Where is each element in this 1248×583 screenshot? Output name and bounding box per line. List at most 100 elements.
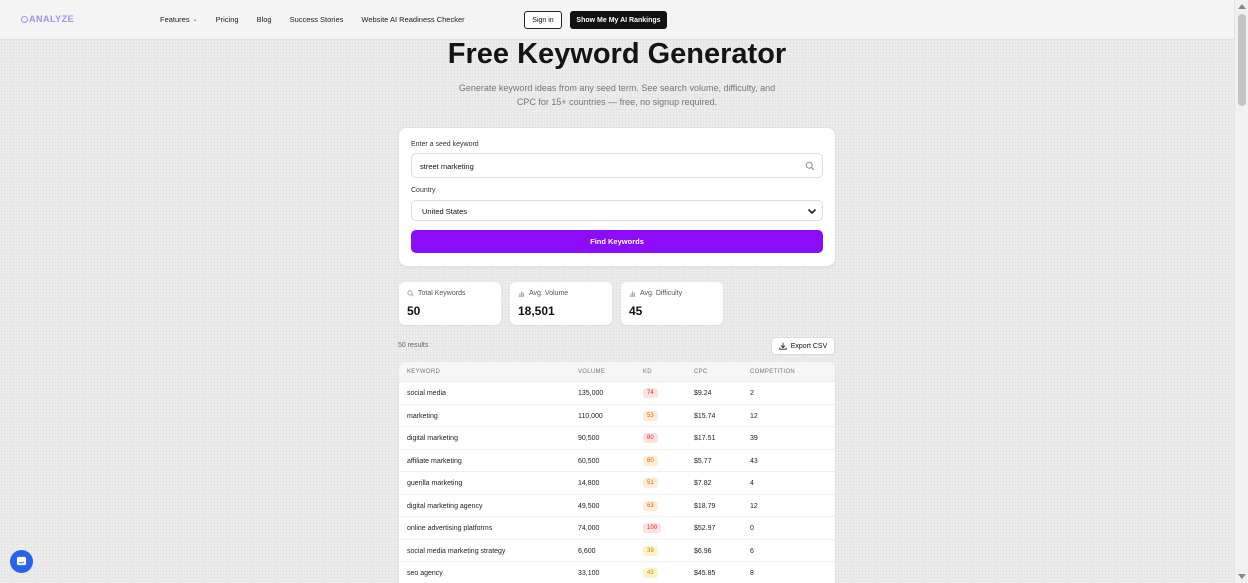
stat-label-row: Avg. Volume — [518, 290, 568, 297]
kd-badge: 53 — [643, 410, 658, 421]
kd-badge: 51 — [643, 478, 658, 488]
results-count: 50 results — [398, 342, 429, 349]
cell-keyword: affiliate marketing — [407, 457, 462, 465]
cell-competition: 0 — [750, 525, 754, 532]
cell-keyword: social media marketing strategy — [407, 547, 506, 555]
stat-label: Avg. Volume — [529, 290, 569, 297]
find-keywords-button[interactable]: Find Keywords — [411, 230, 823, 253]
cell-volume: 60,500 — [578, 457, 600, 465]
kd-badge: 43 — [643, 568, 658, 578]
table-row[interactable]: affiliate marketing 60,500 60 $5.77 43 — [399, 450, 835, 472]
cell-volume: 135,000 — [578, 390, 604, 397]
sign-in-button[interactable]: Sign in — [524, 11, 562, 29]
country-value: United States — [422, 207, 468, 216]
cell-competition: 6 — [750, 547, 754, 555]
cell-competition: 12 — [750, 412, 758, 420]
th-competition[interactable]: COMPETITION — [750, 369, 795, 375]
cell-competition: 2 — [750, 390, 754, 397]
cell-keyword: digital marketing — [407, 435, 458, 442]
cell-volume: 74,000 — [578, 525, 600, 532]
scrollbar[interactable] — [1234, 0, 1248, 583]
cell-competition: 4 — [750, 480, 754, 487]
stat-total-keywords: Total Keywords 50 — [399, 282, 501, 325]
cell-volume: 90,500 — [578, 435, 600, 442]
cell-cpc: $6.96 — [694, 547, 712, 555]
th-volume[interactable]: VOLUME — [578, 369, 605, 375]
page-subtitle: Generate keyword ideas from any seed ter… — [458, 83, 776, 107]
keyword-form-card: Enter a seed keyword street marketing Co… — [399, 128, 835, 266]
seed-keyword-input[interactable]: street marketing — [411, 153, 823, 178]
cell-volume: 6,600 — [578, 547, 596, 555]
logo-text: ANALYZE — [29, 14, 75, 24]
stat-avg-difficulty: Avg. Difficulty 45 — [621, 282, 723, 325]
nav-success-stories[interactable]: Success Stories — [290, 15, 344, 24]
country-select[interactable]: United States — [411, 200, 823, 221]
nav-ai-readiness-checker[interactable]: Website AI Readiness Checker — [361, 15, 464, 24]
table-row[interactable]: guerilla marketing 14,800 51 $7.82 4 — [399, 472, 835, 495]
scroll-down-arrow[interactable] — [1238, 574, 1246, 579]
table-row[interactable]: digital marketing agency 49,500 63 $18.79 12 — [399, 495, 835, 517]
download-icon — [779, 342, 787, 350]
cell-cpc: $15.74 — [694, 412, 716, 420]
cell-cpc: $5.77 — [694, 457, 712, 465]
chevron-down-icon: ⌄ — [192, 17, 198, 23]
table-row[interactable]: social media marketing strategy 6,600 39 $6… — [399, 540, 835, 562]
nav-links: Features ⌄ Pricing Blog Success Stories … — [160, 15, 465, 24]
seed-keyword-label: Enter a seed keyword — [411, 141, 479, 148]
th-cpc[interactable]: CPC — [694, 369, 708, 375]
cell-keyword: marketing — [407, 412, 438, 420]
table-row[interactable]: seo agency 33,100 43 $45.85 8 — [399, 562, 835, 583]
stat-value: 50 — [407, 304, 421, 318]
scroll-thumb[interactable] — [1238, 14, 1246, 106]
table-row[interactable]: digital marketing 90,500 80 $17.51 39 — [399, 427, 835, 450]
cell-keyword: seo agency — [407, 570, 443, 577]
cell-cpc: $9.24 — [694, 390, 712, 397]
search-icon — [407, 290, 414, 297]
kd-badge: 74 — [643, 388, 658, 398]
th-kd[interactable]: KD — [643, 369, 652, 375]
stat-label-row: Avg. Difficulty — [629, 290, 682, 297]
kd-badge: 60 — [643, 455, 658, 466]
cell-cpc: $45.85 — [694, 570, 716, 577]
ai-rankings-button[interactable]: Show Me My AI Rankings — [570, 11, 667, 29]
cell-keyword: social media — [407, 390, 446, 397]
cell-cpc: $52.97 — [694, 525, 716, 532]
country-label: Country — [411, 187, 436, 194]
cell-cpc: $17.51 — [694, 435, 716, 442]
page-title: Free Keyword Generator — [447, 38, 787, 70]
cell-cpc: $18.79 — [694, 502, 716, 510]
chat-icon — [16, 556, 27, 566]
cell-keyword: online advertising platforms — [407, 525, 493, 532]
nav-blog[interactable]: Blog — [257, 15, 272, 24]
bar-chart-icon — [518, 291, 525, 297]
cell-competition: 39 — [750, 435, 758, 442]
stat-value: 45 — [629, 304, 643, 318]
cell-competition: 43 — [750, 457, 758, 465]
keywords-table: KEYWORD VOLUME KD CPC COMPETITION social… — [399, 362, 835, 583]
chevron-down-icon — [807, 208, 817, 215]
chat-widget-button[interactable] — [10, 550, 33, 573]
cell-volume: 33,100 — [578, 570, 600, 577]
cell-keyword: guerilla marketing — [407, 480, 463, 487]
stat-value: 18,501 — [518, 304, 555, 318]
export-csv-label: Export CSV — [790, 342, 828, 350]
scroll-up-arrow[interactable] — [1238, 4, 1246, 9]
table-row[interactable]: social media 135,000 74 $9.24 2 — [399, 382, 835, 405]
th-keyword[interactable]: KEYWORD — [407, 369, 440, 375]
stat-label: Avg. Difficulty — [640, 290, 683, 297]
stat-avg-volume: Avg. Volume 18,501 — [510, 282, 612, 325]
nav-features[interactable]: Features ⌄ — [160, 15, 198, 24]
nav-pricing[interactable]: Pricing — [216, 15, 239, 24]
logo[interactable]: ANALYZE — [21, 14, 74, 24]
bar-chart-icon — [629, 291, 636, 297]
logo-icon — [21, 15, 28, 23]
stat-label-row: Total Keywords — [407, 290, 465, 297]
cell-competition: 8 — [750, 570, 754, 577]
cell-volume: 110,000 — [578, 412, 603, 420]
table-row[interactable]: marketing 110,000 53 $15.74 12 — [399, 405, 835, 427]
cell-keyword: digital marketing agency — [407, 502, 483, 510]
seed-keyword-value: street marketing — [420, 162, 474, 171]
table-row[interactable]: online advertising platforms 74,000 100 $52… — [399, 517, 835, 540]
export-csv-button[interactable]: Export CSV — [771, 337, 835, 355]
cell-competition: 12 — [750, 502, 758, 510]
